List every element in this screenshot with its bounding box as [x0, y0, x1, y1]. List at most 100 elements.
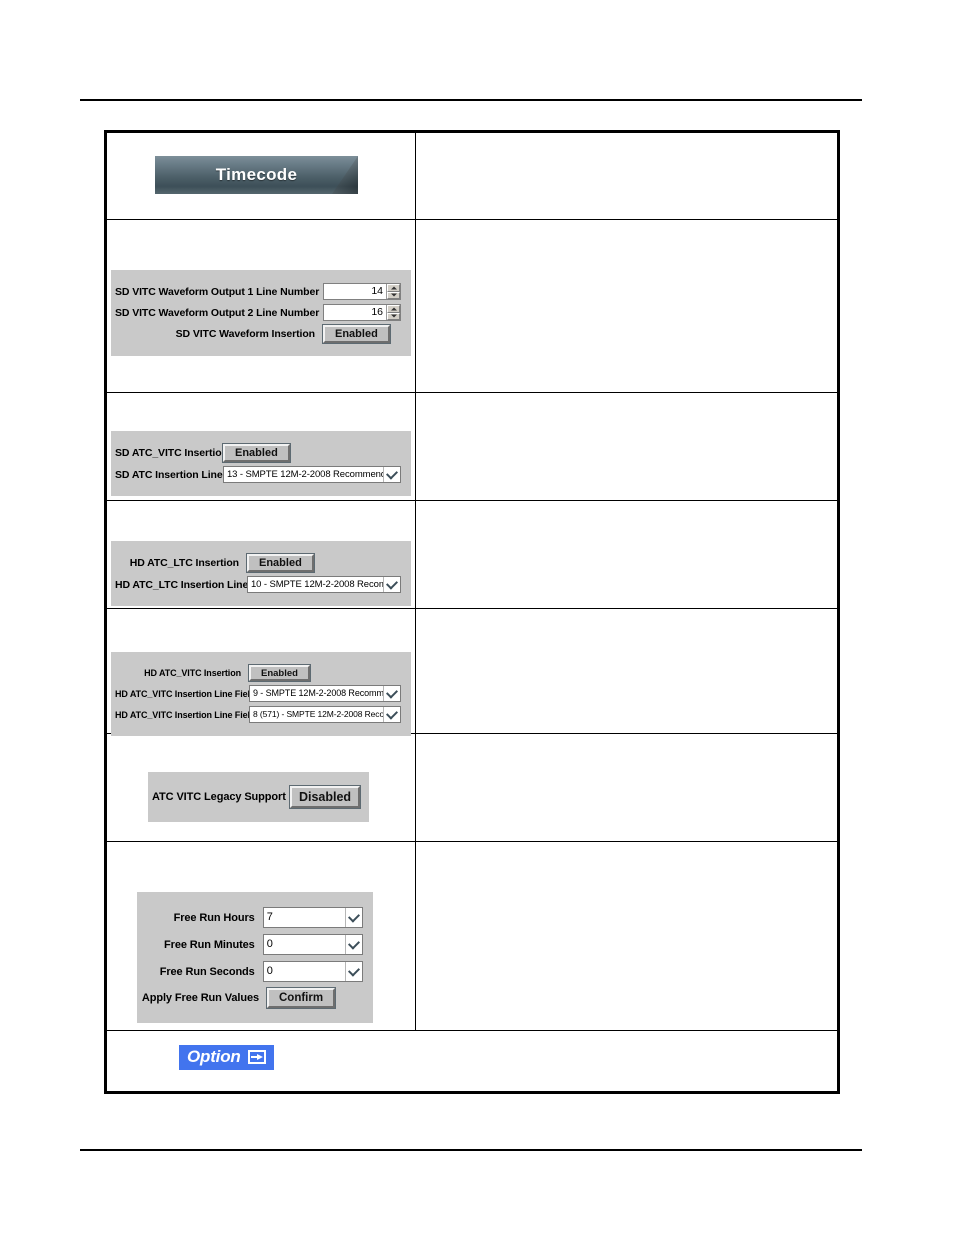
table-row: SD VITC Waveform Output 1 Line Number 14…	[105, 219, 840, 393]
spinner-up-icon[interactable]	[387, 305, 400, 313]
description-cell	[414, 131, 840, 220]
control-row: HD ATC_LTC Insertion Line 10 - SMPTE 12M…	[115, 576, 401, 593]
sd-vitc-waveform-output-1-line-number-input[interactable]: 14	[323, 283, 401, 300]
panel-hd-atc-ltc: HD ATC_LTC Insertion Enabled HD ATC_LTC …	[111, 541, 411, 606]
free-run-minutes-select[interactable]: 0	[262, 934, 363, 955]
hd-atc-vitc-insertion-line-field-1-select[interactable]: 9 - SMPTE 12M-2-2008 Recommended	[249, 685, 401, 702]
control-row: HD ATC_VITC Insertion Line Field 1 9 - S…	[115, 685, 401, 702]
sd-atc-insertion-line-label: SD ATC Insertion Line	[115, 468, 223, 481]
description-cell	[414, 219, 840, 393]
timecode-tab[interactable]: Timecode	[155, 156, 358, 194]
description-cell	[414, 608, 840, 734]
sd-vitc-waveform-output-2-line-number-label: SD VITC Waveform Output 2 Line Number	[115, 306, 320, 319]
header-rule	[80, 99, 862, 101]
select-value: 8 (571) - SMPTE 12M-2-2008 Recommended	[253, 709, 383, 719]
select-value: 7	[266, 911, 273, 923]
control-cell-hd-atc-ltc: HD ATC_LTC Insertion Enabled HD ATC_LTC …	[105, 500, 416, 609]
hd-atc-vitc-insertion-line-field-2-select[interactable]: 8 (571) - SMPTE 12M-2-2008 Recommended	[249, 706, 401, 723]
hd-atc-vitc-insertion-button[interactable]: Enabled	[248, 664, 311, 682]
sd-atc-vitc-insertion-button[interactable]: Enabled	[222, 443, 291, 463]
sd-vitc-waveform-output-1-line-number-label: SD VITC Waveform Output 1 Line Number	[115, 285, 320, 298]
sd-vitc-waveform-insertion-button[interactable]: Enabled	[322, 324, 391, 344]
option-badge[interactable]: Option	[179, 1045, 274, 1070]
spinner-up-icon[interactable]	[387, 284, 400, 292]
control-row: SD VITC Waveform Output 2 Line Number 16	[115, 304, 401, 321]
control-row: Free Run Minutes 0	[141, 934, 363, 955]
control-cell-atc-vitc-legacy: ATC VITC Legacy Support Disabled	[105, 733, 416, 842]
sd-vitc-waveform-output-2-line-number-input[interactable]: 16	[323, 304, 401, 321]
description-text	[416, 133, 837, 219]
free-run-hours-select[interactable]: 7	[262, 907, 363, 928]
spinner-value: 16	[324, 305, 386, 320]
control-row: HD ATC_LTC Insertion Enabled	[115, 553, 401, 573]
chevron-down-icon[interactable]	[383, 577, 400, 592]
hd-atc-vitc-insertion-line-field-2-label: HD ATC_VITC Insertion Line Field 2	[115, 709, 263, 720]
chevron-down-icon[interactable]	[345, 908, 362, 927]
control-cell-free-run: Free Run Hours 7 Free Run Minutes 0 Free…	[105, 841, 416, 1031]
chevron-down-icon[interactable]	[383, 707, 400, 722]
control-row: HD ATC_VITC Insertion Enabled	[115, 664, 401, 682]
select-value: 0	[266, 938, 273, 950]
select-value: 13 - SMPTE 12M-2-2008 Recommended	[227, 469, 383, 480]
description-cell	[414, 841, 840, 1031]
control-row: SD VITC Waveform Insertion Enabled	[115, 324, 401, 344]
control-cell-sd-vitc-waveform: SD VITC Waveform Output 1 Line Number 14…	[105, 219, 416, 393]
control-row: Free Run Hours 7	[141, 907, 363, 928]
sd-atc-insertion-line-select[interactable]: 13 - SMPTE 12M-2-2008 Recommended	[223, 466, 401, 483]
description-cell	[414, 392, 840, 501]
atc-vitc-legacy-support-label: ATC VITC Legacy Support	[152, 791, 286, 803]
control-row: SD VITC Waveform Output 1 Line Number 14	[115, 283, 401, 300]
table-row: Timecode	[105, 131, 840, 220]
hd-atc-ltc-insertion-label: HD ATC_LTC Insertion	[129, 557, 239, 569]
spinner-arrows[interactable]	[386, 305, 400, 320]
control-row: ATC VITC Legacy Support Disabled	[152, 785, 361, 809]
button-label: Confirm	[279, 992, 324, 1004]
sd-vitc-waveform-insertion-label: SD VITC Waveform Insertion	[175, 328, 315, 340]
select-value: 0	[266, 965, 273, 977]
timecode-tab-label: Timecode	[215, 165, 298, 184]
control-cell-hd-atc-vitc: HD ATC_VITC Insertion Enabled HD ATC_VIT…	[105, 608, 416, 736]
free-run-seconds-label: Free Run Seconds	[159, 965, 255, 978]
table-row: Free Run Hours 7 Free Run Minutes 0 Free…	[105, 841, 840, 1031]
hd-atc-ltc-insertion-line-label: HD ATC_LTC Insertion Line	[115, 578, 249, 591]
sd-atc-vitc-insertion-label: SD ATC_VITC Insertion	[115, 447, 228, 459]
control-row: SD ATC Insertion Line 13 - SMPTE 12M-2-2…	[115, 466, 401, 483]
chevron-down-icon[interactable]	[345, 935, 362, 954]
apply-free-run-values-label: Apply Free Run Values	[141, 992, 259, 1004]
atc-vitc-legacy-support-button[interactable]: Disabled	[289, 785, 361, 809]
tab-cell: Timecode	[105, 131, 416, 220]
chevron-down-icon[interactable]	[383, 686, 400, 701]
panel-hd-atc-vitc: HD ATC_VITC Insertion Enabled HD ATC_VIT…	[111, 652, 411, 736]
description-cell	[414, 500, 840, 609]
select-value: 9 - SMPTE 12M-2-2008 Recommended	[253, 688, 383, 698]
control-row: Apply Free Run Values Confirm	[141, 987, 363, 1009]
hd-atc-vitc-insertion-label: HD ATC_VITC Insertion	[144, 668, 241, 678]
table-row: SD ATC_VITC Insertion Enabled SD ATC Ins…	[105, 392, 840, 501]
parameter-table: Timecode SD VITC Waveform Output 1 Line …	[104, 130, 840, 1094]
button-label: Enabled	[259, 557, 302, 569]
button-label: Enabled	[335, 328, 378, 340]
button-label: Enabled	[261, 667, 298, 679]
table-row: Option	[105, 1030, 839, 1093]
table-row: ATC VITC Legacy Support Disabled	[105, 733, 840, 842]
control-row: SD ATC_VITC Insertion Enabled	[115, 443, 401, 463]
free-run-seconds-select[interactable]: 0	[262, 961, 363, 982]
panel-sd-vitc-waveform: SD VITC Waveform Output 1 Line Number 14…	[111, 270, 411, 356]
select-value: 10 - SMPTE 12M-2-2008 Recommended	[251, 579, 383, 590]
chevron-down-icon[interactable]	[383, 467, 400, 482]
spinner-down-icon[interactable]	[387, 291, 400, 299]
hd-atc-vitc-insertion-line-field-1-label: HD ATC_VITC Insertion Line Field 1	[115, 688, 263, 699]
description-cell	[414, 733, 840, 842]
control-row: HD ATC_VITC Insertion Line Field 2 8 (57…	[115, 706, 401, 723]
panel-sd-atc-vitc: SD ATC_VITC Insertion Enabled SD ATC Ins…	[111, 431, 411, 496]
button-label: Enabled	[235, 447, 278, 459]
hd-atc-ltc-insertion-button[interactable]: Enabled	[246, 553, 315, 573]
apply-free-run-values-button[interactable]: Confirm	[265, 987, 337, 1009]
hd-atc-ltc-insertion-line-select[interactable]: 10 - SMPTE 12M-2-2008 Recommended	[247, 576, 401, 593]
free-run-hours-label: Free Run Hours	[173, 911, 255, 924]
option-badge-label: Option	[187, 1047, 241, 1066]
option-cell: Option	[105, 1030, 839, 1093]
chevron-down-icon[interactable]	[345, 962, 362, 981]
spinner-down-icon[interactable]	[387, 312, 400, 320]
spinner-arrows[interactable]	[386, 284, 400, 299]
